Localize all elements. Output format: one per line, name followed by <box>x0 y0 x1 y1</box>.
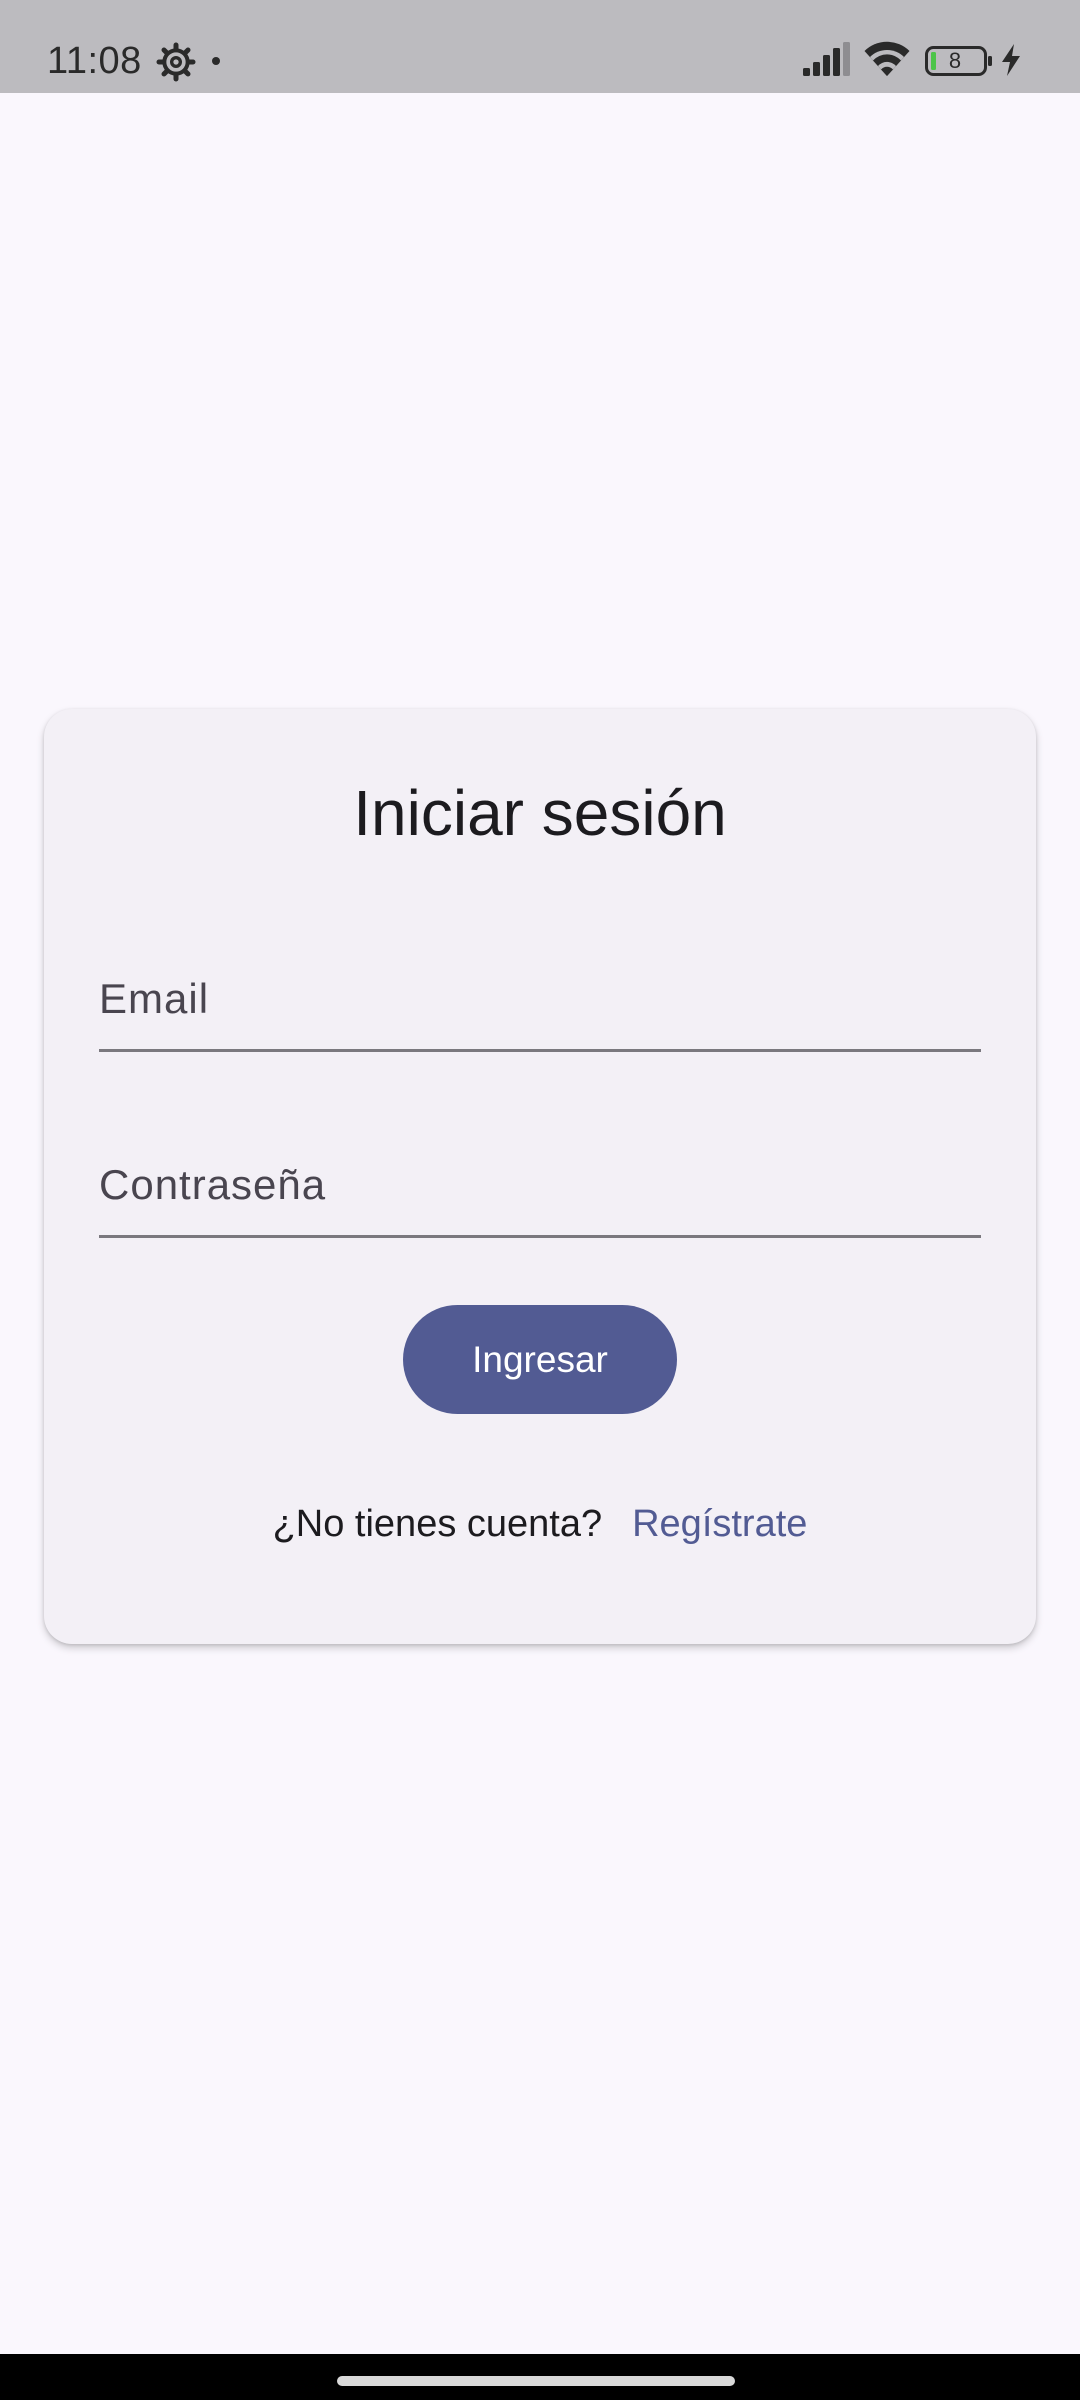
login-button[interactable]: Ingresar <box>403 1305 677 1414</box>
login-card: Iniciar sesión Ingresar ¿No tienes cuent… <box>44 709 1036 1644</box>
register-prompt: ¿No tienes cuenta? <box>272 1503 603 1545</box>
wifi-icon <box>864 41 910 76</box>
email-field[interactable] <box>99 939 981 1049</box>
signal-icon <box>803 42 850 76</box>
password-field-container <box>99 1125 981 1238</box>
navigation-bar <box>0 2354 1080 2400</box>
password-field[interactable] <box>99 1125 981 1235</box>
charging-bolt-icon <box>1002 44 1020 76</box>
register-row: ¿No tienes cuenta? Regístrate <box>44 1499 1036 1549</box>
gesture-handle[interactable] <box>337 2376 735 2386</box>
battery-icon: 8 <box>925 46 995 76</box>
status-time: 11:08 <box>47 40 142 82</box>
page-title: Iniciar sesión <box>353 777 727 849</box>
battery-level: 8 <box>948 48 962 73</box>
notification-dot-icon <box>212 57 220 65</box>
gear-icon <box>156 42 196 82</box>
status-bar: 11:08 8 <box>0 0 1080 93</box>
register-link[interactable]: Regístrate <box>632 1503 807 1545</box>
email-field-container <box>99 939 981 1052</box>
